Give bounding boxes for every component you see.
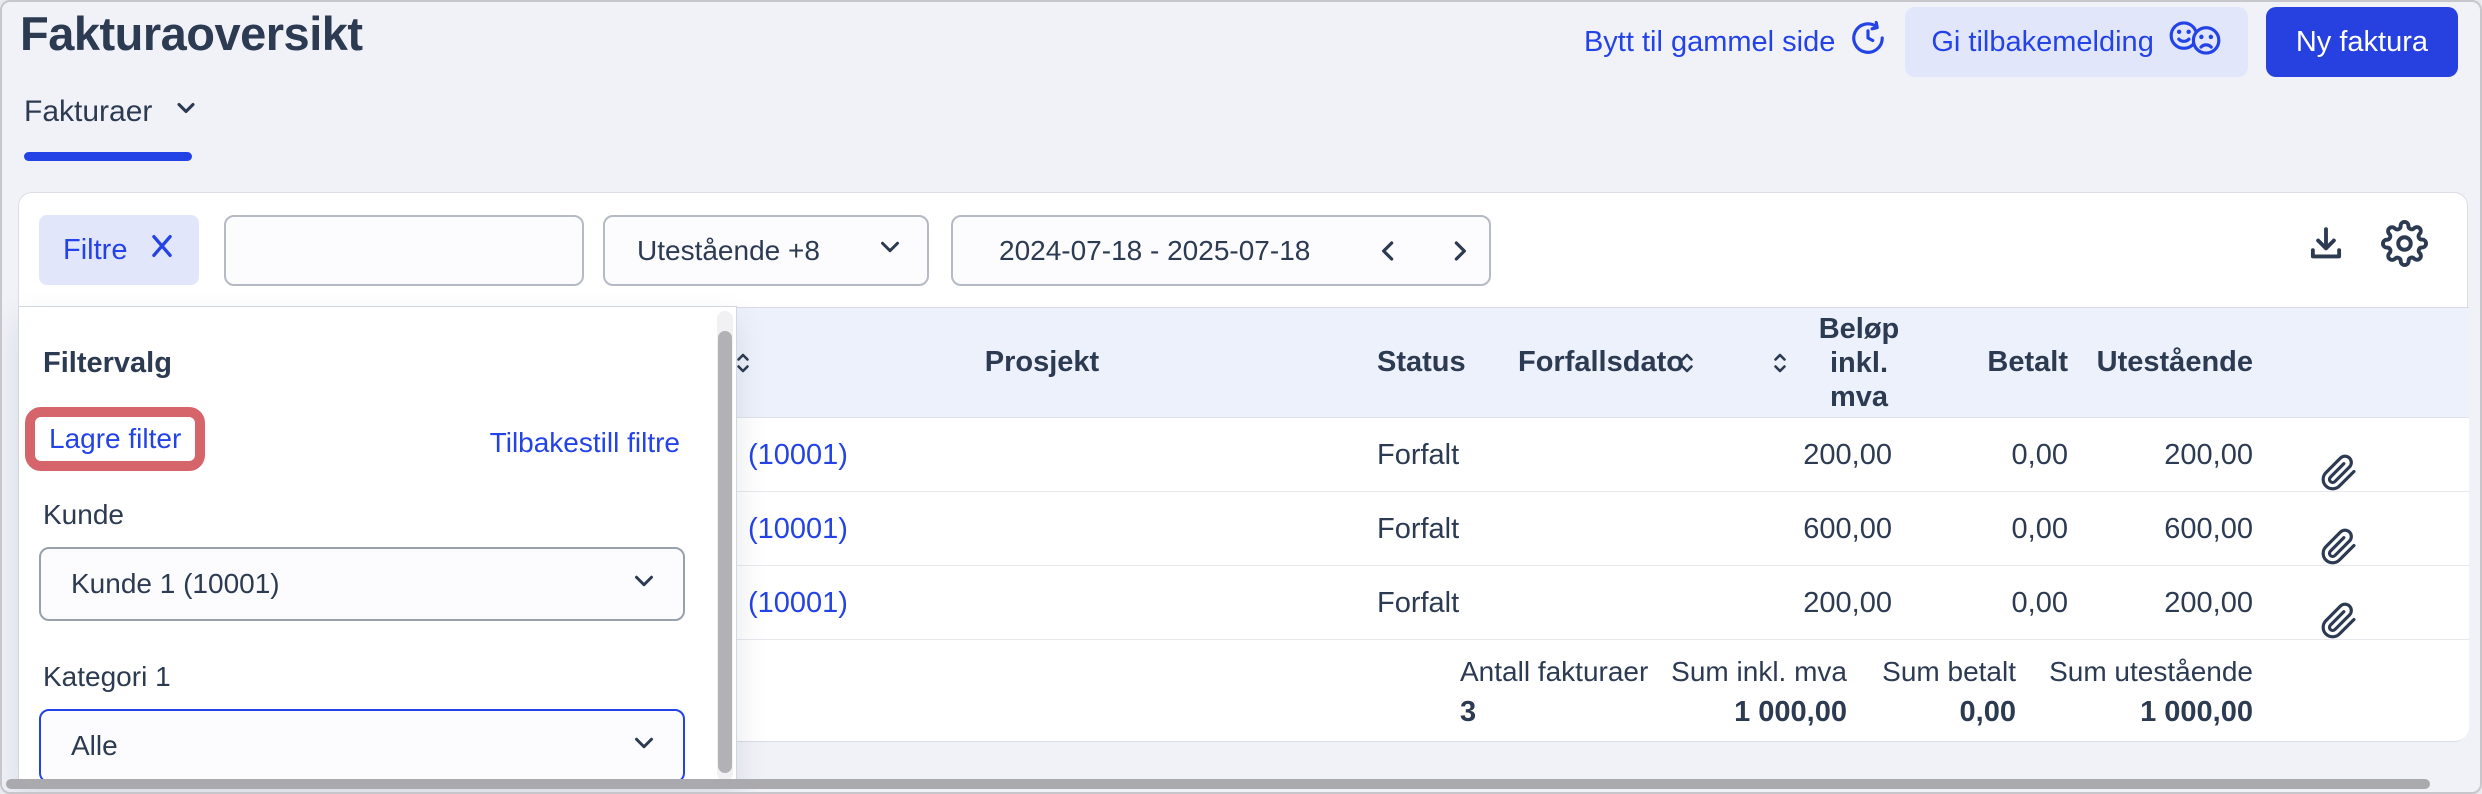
column-header-status[interactable]: Status [1377, 308, 1466, 417]
status-text: Forfalt [1377, 586, 1460, 619]
summary-sum-outstanding-label: Sum utestående [2049, 656, 2253, 687]
history-icon [1849, 19, 1887, 65]
status-text: Forfalt [1377, 512, 1460, 545]
category1-filter-label: Kategori 1 [43, 661, 171, 692]
save-filter-annotation-box: Lagre filter [25, 407, 206, 471]
reset-filters-link[interactable]: Tilbakestill filtre [490, 427, 680, 459]
outstanding-value: 600,00 [2164, 512, 2253, 545]
summary-sum-paid-value: 0,00 [1959, 696, 2016, 728]
date-range-picker[interactable]: 2024-07-18 - 2025-07-18 [951, 215, 1491, 286]
paid-value: 0,00 [2011, 438, 2068, 471]
gear-icon[interactable] [2381, 220, 2428, 272]
filter-panel-title: Filtervalg [43, 347, 172, 379]
tab-fakturaer[interactable]: Fakturaer [24, 94, 200, 130]
customer-filter-label: Kunde [43, 499, 124, 530]
customer-link[interactable]: (10001) [748, 418, 848, 492]
column-header-belop[interactable]: Beløp inkl. mva [1798, 312, 1920, 414]
new-invoice-button[interactable]: Ny faktura [2265, 7, 2458, 77]
header-actions: Bytt til gammel side Gi tilbakemelding N… [1584, 6, 2458, 78]
outstanding-value: 200,00 [2164, 586, 2253, 619]
feedback-button[interactable]: Gi tilbakemelding [1905, 7, 2248, 77]
tab-label: Fakturaer [24, 95, 153, 128]
panel-scrollbar-thumb[interactable] [718, 331, 732, 773]
chevron-down-icon [629, 728, 659, 765]
date-next-button[interactable] [1443, 217, 1475, 284]
customer-link[interactable]: (10001) [748, 492, 848, 566]
new-invoice-label: Ny faktura [2295, 25, 2428, 58]
summary-sum-outstanding-value: 1 000,00 [2140, 696, 2253, 728]
app-window: Fakturaoversikt Bytt til gammel side Gi … [0, 0, 2482, 794]
status-text: Forfalt [1377, 438, 1460, 471]
outstanding-value: 200,00 [2164, 438, 2253, 471]
summary-sum-incl-label: Sum inkl. mva [1671, 656, 1847, 687]
filters-label: Filtre [63, 233, 128, 266]
amount-value: 200,00 [1803, 438, 1892, 471]
column-header-utestaende[interactable]: Utestående [2073, 308, 2253, 417]
customer-filter-dropdown[interactable]: Kunde 1 (10001) [39, 547, 685, 621]
category1-filter-value: Alle [71, 730, 118, 761]
date-prev-button[interactable] [1373, 217, 1405, 284]
sort-icon[interactable] [1675, 308, 1699, 417]
paid-value: 0,00 [2011, 586, 2068, 619]
chevron-down-icon [629, 566, 659, 603]
paid-value: 0,00 [2011, 512, 2068, 545]
feedback-label: Gi tilbakemelding [1931, 25, 2154, 58]
search-input[interactable] [226, 217, 621, 284]
horizontal-scrollbar-thumb[interactable] [6, 779, 2430, 789]
amount-value: 600,00 [1803, 512, 1892, 545]
customer-filter-value: Kunde 1 (10001) [71, 568, 280, 599]
summary-count-label: Antall fakturaer [1460, 656, 1649, 687]
switch-to-old-page-link[interactable]: Bytt til gammel side [1584, 19, 1887, 65]
active-tab-indicator [24, 152, 192, 161]
feedback-faces-icon [2168, 18, 2222, 66]
search-field [224, 215, 652, 286]
category1-filter-dropdown[interactable]: Alle [39, 709, 685, 783]
close-icon [147, 231, 177, 269]
column-header-betalt[interactable]: Betalt [1959, 308, 2068, 417]
chevron-down-icon [875, 232, 905, 269]
summary-sum-paid-label: Sum betalt [1882, 656, 2016, 687]
column-header-forfallsdato[interactable]: Forfallsdato [1518, 308, 1684, 417]
date-range-value: 2024-07-18 - 2025-07-18 [999, 234, 1311, 266]
status-filter-value: Utestående +8 [637, 234, 820, 266]
status-filter-dropdown[interactable]: Utestående +8 [603, 215, 929, 286]
amount-value: 200,00 [1803, 586, 1892, 619]
panel-scrollbar-track[interactable] [717, 311, 733, 781]
chevron-down-icon [172, 94, 200, 130]
sort-icon[interactable] [1768, 308, 1792, 417]
summary-sum-incl-value: 1 000,00 [1734, 696, 1847, 728]
download-icon[interactable] [2305, 223, 2347, 270]
switch-link-label: Bytt til gammel side [1583, 25, 1836, 58]
page-title: Fakturaoversikt [20, 7, 363, 60]
summary-count-value: 3 [1460, 696, 1477, 728]
filter-panel: Filtervalg Lagre filter Tilbakestill fil… [18, 306, 737, 787]
save-filter-link[interactable]: Lagre filter [49, 423, 181, 455]
customer-link[interactable]: (10001) [748, 566, 848, 640]
filters-toggle-button[interactable]: Filtre [39, 215, 199, 285]
column-header-prosjekt[interactable]: Prosjekt [969, 308, 1115, 417]
